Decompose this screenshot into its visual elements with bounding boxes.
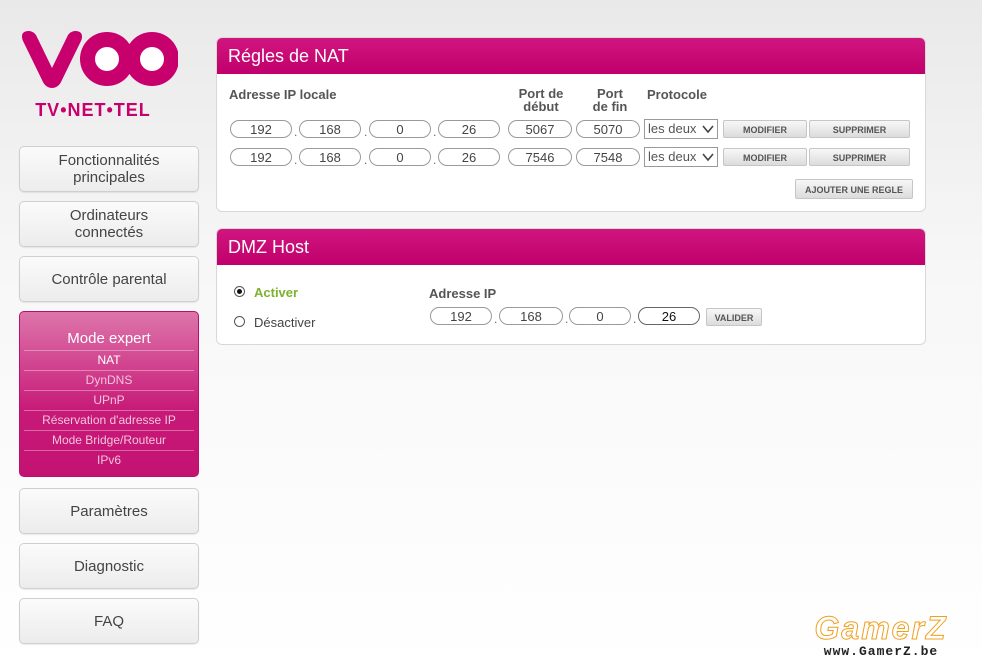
ip-separator: .: [565, 312, 569, 326]
ip-separator: .: [364, 125, 368, 139]
expert-item-bridge-routeur[interactable]: Mode Bridge/Routeur: [24, 430, 194, 450]
dmz-enable-label[interactable]: Activer: [254, 285, 298, 300]
dmz-ip-label: Adresse IP: [429, 286, 497, 301]
nat-header-protocol: Protocole: [647, 87, 707, 102]
nat-row2-ip-octet1[interactable]: 192: [230, 148, 292, 166]
nat-row1-ip-octet3[interactable]: 0: [369, 120, 431, 138]
nav-label: Contrôle parental: [51, 270, 167, 288]
nav-label: Fonctionnalités principales: [58, 152, 160, 186]
watermark-logo: GamerZ: [814, 610, 948, 646]
dmz-ip-octet2[interactable]: 168: [499, 307, 563, 325]
dmz-disable-radio[interactable]: [234, 316, 245, 327]
nav-ordinateurs-connectes[interactable]: Ordinateurs connectés: [19, 201, 199, 247]
watermark: GamerZ www.GamerZ.be: [796, 612, 966, 660]
dmz-ip-octet3[interactable]: 0: [569, 307, 631, 325]
nat-row1-ip-octet1[interactable]: 192: [230, 120, 292, 138]
expert-item-upnp[interactable]: UPnP: [24, 390, 194, 410]
nat-panel: Régles de NAT Adresse IP locale Port de …: [216, 37, 926, 212]
protocol-value: les deux: [648, 149, 697, 164]
ip-separator: .: [433, 125, 437, 139]
dmz-title: DMZ Host: [217, 229, 925, 265]
nav-parametres[interactable]: Paramètres: [19, 488, 199, 534]
nat-row1-protocol-select[interactable]: les deux: [644, 119, 718, 139]
nav-controle-parental[interactable]: Contrôle parental: [19, 256, 199, 302]
dmz-ip-octet1[interactable]: 192: [430, 307, 492, 325]
ip-separator: .: [294, 125, 298, 139]
nav-label: Diagnostic: [73, 557, 145, 575]
ip-separator: .: [364, 153, 368, 167]
nav-faq[interactable]: FAQ: [19, 598, 199, 644]
expert-menu: Mode expert NAT DynDNS UPnP Réservation …: [19, 311, 199, 477]
expert-title[interactable]: Mode expert: [20, 330, 198, 348]
chevron-down-icon: [702, 125, 714, 134]
nat-row1-delete-button[interactable]: SUPPRIMER: [809, 120, 910, 138]
nat-row2-protocol-select[interactable]: les deux: [644, 147, 718, 167]
nat-row1-port-start[interactable]: 5067: [508, 120, 572, 138]
nat-row2-modify-button[interactable]: MODIFIER: [723, 148, 807, 166]
nat-row1-port-end[interactable]: 5070: [576, 120, 640, 138]
nav-label: Paramètres: [70, 502, 148, 520]
ip-separator: .: [494, 312, 498, 326]
watermark-url: www.GamerZ.be: [823, 644, 939, 659]
nat-row1-ip-octet4[interactable]: 26: [438, 120, 500, 138]
dmz-disable-label[interactable]: Désactiver: [254, 315, 315, 330]
nat-row2-port-start[interactable]: 7546: [508, 148, 572, 166]
ip-separator: .: [633, 312, 637, 326]
expert-item-ipv6[interactable]: IPv6: [24, 450, 194, 470]
nat-row2-ip-octet2[interactable]: 168: [299, 148, 361, 166]
expert-item-dyndns[interactable]: DynDNS: [24, 370, 194, 390]
nat-row2-ip-octet3[interactable]: 0: [369, 148, 431, 166]
expert-item-reservation-ip[interactable]: Réservation d'adresse IP: [24, 410, 194, 430]
dmz-panel: DMZ Host Activer Désactiver Adresse IP 1…: [216, 228, 926, 345]
nat-row2-delete-button[interactable]: SUPPRIMER: [809, 148, 910, 166]
logo-tagline: TV•NET•TEL: [35, 100, 151, 120]
ip-separator: .: [433, 153, 437, 167]
add-rule-button[interactable]: AJOUTER UNE REGLE: [795, 179, 913, 199]
expert-item-nat[interactable]: NAT: [24, 350, 194, 370]
nav-label: FAQ: [93, 612, 124, 630]
nav-diagnostic[interactable]: Diagnostic: [19, 543, 199, 589]
chevron-down-icon: [702, 153, 714, 162]
nat-header-port-start: Port de début: [518, 86, 564, 114]
nat-row1-ip-octet2[interactable]: 168: [299, 120, 361, 138]
nav-fonctionnalites-principales[interactable]: Fonctionnalités principales: [19, 146, 199, 192]
dmz-enable-radio[interactable]: [234, 286, 245, 297]
nat-row2-ip-octet4[interactable]: 26: [438, 148, 500, 166]
nat-title: Régles de NAT: [217, 38, 925, 74]
nat-row1-modify-button[interactable]: MODIFIER: [723, 120, 807, 138]
nat-row2-port-end[interactable]: 7548: [576, 148, 640, 166]
nat-header-port-end: Port de fin: [592, 86, 628, 114]
dmz-ip-octet4[interactable]: 26: [638, 307, 700, 325]
ip-separator: .: [294, 153, 298, 167]
nat-header-ip: Adresse IP locale: [229, 87, 337, 102]
dmz-validate-button[interactable]: VALIDER: [706, 308, 762, 326]
protocol-value: les deux: [648, 121, 697, 136]
nav-label: Ordinateurs connectés: [69, 207, 149, 241]
